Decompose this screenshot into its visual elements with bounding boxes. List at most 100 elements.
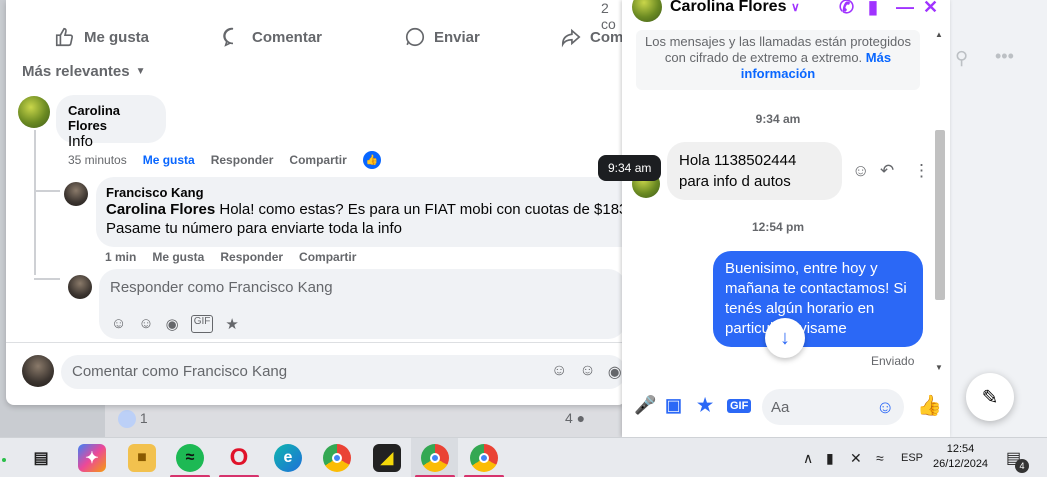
more-options-icon[interactable]: ⋮ [913, 161, 930, 181]
thumbs-up-icon[interactable]: 👍 [917, 393, 942, 418]
avatar [22, 355, 54, 387]
thread-line [34, 278, 60, 280]
reply-link[interactable]: Responder [220, 250, 283, 264]
edge-icon[interactable]: e [274, 444, 302, 472]
scroll-thumb[interactable] [935, 130, 945, 300]
react-icon[interactable]: ☺ [852, 161, 869, 181]
emoji-icon[interactable]: ☺ [579, 362, 595, 382]
gif-icon[interactable]: GIF [190, 315, 214, 333]
contact-avatar[interactable] [632, 0, 662, 22]
more-icon: ••• [995, 46, 1014, 66]
minimize-icon[interactable]: — [896, 0, 914, 18]
file-explorer-icon[interactable]: ■ [128, 444, 156, 472]
photo-icon[interactable]: ▣ [665, 395, 682, 416]
sticker-icon[interactable]: ★ [697, 395, 713, 416]
comment-composer: Comentar como Francisco Kang ☺ ☺ ◉ [6, 342, 626, 405]
task-view-icon[interactable]: ▤ [27, 444, 55, 472]
avatar-sticker-icon[interactable]: ☺ [551, 362, 567, 382]
chrome-profile-icon[interactable] [470, 444, 498, 472]
background-right: ⚲ ••• [950, 0, 1047, 437]
opera-icon[interactable]: O [225, 444, 253, 472]
avatar[interactable] [64, 182, 88, 206]
sort-dropdown[interactable]: Más relevantes ▼ [22, 63, 145, 80]
comment-icon [223, 27, 234, 47]
mention-link[interactable]: Carolina Flores [106, 201, 215, 218]
status-dot [2, 458, 6, 462]
emoji-icon[interactable]: ☺ [876, 397, 894, 418]
comment-time[interactable]: 35 minutos [68, 153, 127, 167]
new-message-button[interactable]: ✎ [966, 373, 1014, 421]
thread-line [34, 130, 36, 275]
close-icon[interactable]: ✕ [923, 0, 938, 18]
arrow-down-icon: ↓ [780, 326, 790, 349]
chat-composer: 🎤 ▣ ★ GIF Aa ☺ 👍 [622, 385, 950, 430]
language-indicator[interactable]: ESP [901, 452, 923, 464]
comment-author[interactable]: Carolina Flores [68, 103, 154, 133]
encryption-notice: Los mensajes y las llamadas están proteg… [636, 30, 920, 90]
timestamp-separator: 9:34 am [755, 112, 801, 126]
gif-icon[interactable]: GIF [727, 399, 752, 413]
taskbar: ▤ ✦ ■ ≈ O e ◢ ∧ ▮ ✕ ≈ ESP 12:54 26/12/20… [0, 437, 1047, 477]
contact-name[interactable]: Carolina Flores ∨ [670, 0, 800, 16]
comment-author[interactable]: Francisco Kang [106, 185, 626, 200]
camera-icon[interactable]: ◉ [166, 315, 179, 333]
phone-icon[interactable]: ✆ [839, 0, 854, 18]
send-action-button[interactable]: Enviar [404, 26, 480, 48]
scroll-up-icon[interactable]: ▲ [935, 30, 943, 39]
timestamp-separator: 12:54 pm [751, 220, 805, 234]
comment-meta: 35 minutos Me gusta Responder Compartir … [68, 151, 381, 169]
share-action-button[interactable]: Com [560, 26, 623, 48]
avatar-sticker-icon[interactable]: ☺ [111, 315, 126, 333]
clock[interactable]: 12:54 26/12/2024 [933, 442, 988, 472]
sticker-icon[interactable]: ★ [225, 315, 238, 333]
time-tooltip: 9:34 am [598, 155, 662, 181]
post-panel: 2 co Me gusta Comentar Enviar Com Más re… [6, 0, 626, 405]
caret-down-icon: ▼ [135, 66, 146, 77]
comment-text: Info [68, 133, 94, 150]
like-link[interactable]: Me gusta [143, 153, 195, 167]
comment-text: Carolina Flores Hola! como estas? Es par… [106, 201, 626, 218]
incoming-message[interactable]: Hola 1138502444 para info d autos [667, 142, 842, 200]
battery-icon[interactable]: ▮ [826, 450, 834, 467]
wifi-icon[interactable]: ≈ [876, 450, 884, 466]
comment-bubble: Francisco Kang Carolina Flores Hola! com… [96, 177, 626, 247]
comment-input[interactable]: Comentar como Francisco Kang ☺ ☺ ◉ [61, 355, 626, 389]
comment-meta: 1 min Me gusta Responder Compartir [105, 250, 356, 264]
emoji-icon[interactable]: ☺ [138, 315, 153, 333]
copilot-icon[interactable]: ✦ [78, 444, 106, 472]
chat-scrollbar[interactable]: ▲ ▼ [932, 30, 946, 375]
outgoing-message[interactable]: Buenisimo, entre hoy y mañana te contact… [713, 251, 923, 347]
thumbs-up-icon [55, 27, 74, 47]
reply-icon[interactable]: ↶ [880, 161, 894, 181]
share-link[interactable]: Compartir [289, 153, 346, 167]
like-reaction-icon: 👍 [362, 151, 381, 169]
volume-mute-icon[interactable]: ✕ [850, 450, 862, 467]
comment-bubble: Carolina Flores Info [56, 95, 166, 150]
spotify-icon[interactable]: ≈ [176, 444, 204, 472]
chevron-up-icon[interactable]: ∧ [803, 450, 813, 467]
camera-icon[interactable]: ◉ [608, 362, 622, 382]
chrome-icon[interactable] [323, 444, 351, 472]
microphone-icon[interactable]: 🎤 [634, 395, 656, 416]
message-input[interactable]: Aa ☺ [762, 389, 904, 425]
message-status: Enviado [871, 354, 915, 368]
background-strip [105, 400, 625, 440]
scroll-down-button[interactable]: ↓ [765, 318, 805, 358]
like-link[interactable]: Me gusta [152, 250, 204, 264]
share-link[interactable]: Compartir [299, 250, 356, 264]
scroll-down-icon[interactable]: ▼ [935, 363, 943, 372]
reply-input[interactable]: Responder como Francisco Kang ☺ ☺ ◉ GIF … [99, 269, 626, 339]
comment-action-button[interactable]: Comentar [222, 26, 322, 48]
sticky-notes-icon[interactable]: ◢ [373, 444, 401, 472]
like-action-button[interactable]: Me gusta [54, 26, 149, 48]
avatar [68, 275, 92, 299]
video-icon[interactable]: ▮ [868, 0, 878, 18]
reply-link[interactable]: Responder [211, 153, 274, 167]
chevron-down-icon: ∨ [790, 0, 800, 14]
chrome-profile-icon[interactable] [421, 444, 449, 472]
avatar[interactable] [18, 96, 50, 128]
notification-badge: 4 [1015, 459, 1029, 473]
share-icon [561, 28, 581, 48]
comment-count: 4 ● [565, 410, 586, 426]
comment-time[interactable]: 1 min [105, 250, 136, 264]
